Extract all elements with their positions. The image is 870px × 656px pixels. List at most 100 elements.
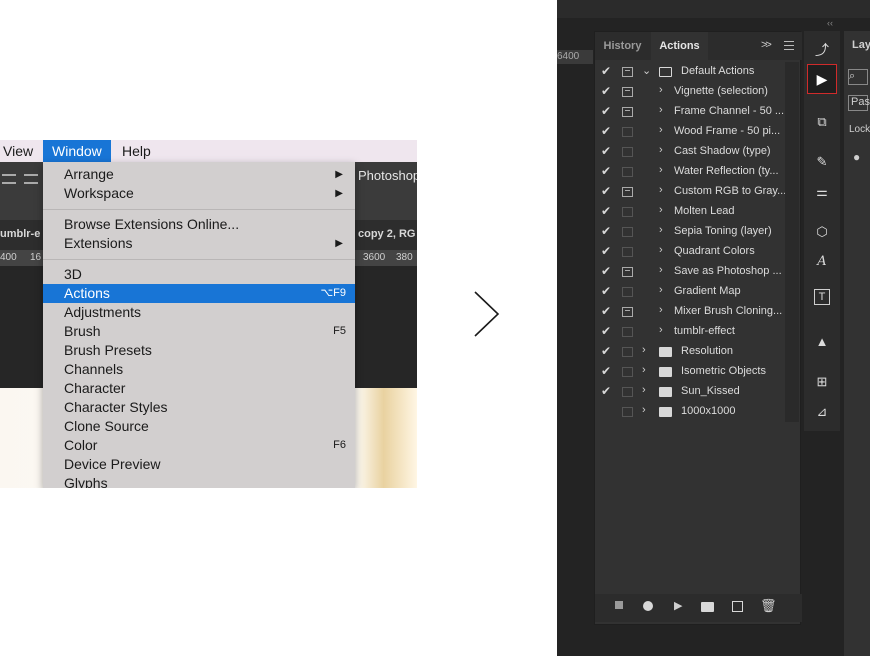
3d-cube-icon[interactable]: ⬡ bbox=[811, 221, 833, 243]
visibility-eye-icon[interactable]: ● bbox=[853, 150, 860, 164]
checkmark-icon[interactable]: ✔ bbox=[601, 184, 611, 198]
chevron-right-icon[interactable]: › bbox=[659, 144, 663, 156]
checkmark-icon[interactable]: ✔ bbox=[601, 64, 611, 78]
layers-tab[interactable]: Lay bbox=[852, 39, 870, 51]
image-icon[interactable]: ▲ bbox=[811, 331, 833, 353]
action-set-row[interactable]: ✔ › Sun_Kissed bbox=[595, 382, 802, 402]
action-set-row[interactable]: ✔ › Isometric Objects bbox=[595, 362, 802, 382]
chevron-right-icon[interactable]: › bbox=[659, 104, 663, 116]
menu-help[interactable]: Help bbox=[113, 140, 160, 162]
paths-icon[interactable]: ⧉ bbox=[811, 111, 833, 133]
scrollbar[interactable] bbox=[785, 62, 799, 422]
chevron-right-icon[interactable]: › bbox=[659, 204, 663, 216]
chevron-right-icon[interactable]: › bbox=[659, 284, 663, 296]
menu-item-actions[interactable]: Actions ⌥F9 bbox=[43, 284, 355, 303]
adjust-icon[interactable]: ⚌ bbox=[811, 181, 833, 203]
chevron-right-icon[interactable]: › bbox=[642, 344, 646, 356]
folder-icon[interactable] bbox=[701, 602, 714, 612]
action-row[interactable]: ✔ › Water Reflection (ty... bbox=[595, 162, 802, 182]
dialog-toggle-icon[interactable] bbox=[622, 347, 633, 357]
chevron-right-icon[interactable]: › bbox=[659, 164, 663, 176]
dialog-toggle-icon[interactable] bbox=[622, 387, 633, 397]
dialog-toggle-icon[interactable] bbox=[622, 87, 633, 97]
checkmark-icon[interactable]: ✔ bbox=[601, 344, 611, 358]
history-icon[interactable]: ⤴ bbox=[811, 39, 833, 61]
play-icon[interactable]: ▶ bbox=[674, 599, 682, 612]
chevron-right-icon[interactable]: › bbox=[659, 124, 663, 136]
checkmark-icon[interactable]: ✔ bbox=[601, 304, 611, 318]
menu-item-channels[interactable]: Channels bbox=[43, 360, 355, 379]
checkmark-icon[interactable]: ✔ bbox=[601, 164, 611, 178]
menu-item-character-styles[interactable]: Character Styles bbox=[43, 398, 355, 417]
dialog-toggle-icon[interactable] bbox=[622, 187, 633, 197]
chevron-right-icon[interactable]: › bbox=[659, 324, 663, 336]
checkmark-icon[interactable]: ✔ bbox=[601, 224, 611, 238]
action-set-row[interactable]: ✔ › Resolution bbox=[595, 342, 802, 362]
tab-history[interactable]: History bbox=[595, 32, 650, 60]
panel-menu-icon[interactable] bbox=[784, 41, 794, 50]
checkmark-icon[interactable]: ✔ bbox=[601, 324, 611, 338]
menu-item-color[interactable]: Color F6 bbox=[43, 436, 355, 455]
menu-item-adjustments[interactable]: Adjustments bbox=[43, 303, 355, 322]
action-row[interactable]: ✔ › Frame Channel - 50 ... bbox=[595, 102, 802, 122]
menu-item-browse-extensions[interactable]: Browse Extensions Online... bbox=[43, 215, 355, 234]
record-icon[interactable] bbox=[643, 601, 653, 611]
dialog-toggle-icon[interactable] bbox=[622, 267, 633, 277]
artboard-icon[interactable]: ⊞ bbox=[811, 371, 833, 393]
blend-mode-select[interactable]: Pas bbox=[848, 95, 870, 111]
menu-item-extensions[interactable]: Extensions ▶ bbox=[43, 234, 355, 253]
chevron-right-icon[interactable]: › bbox=[642, 384, 646, 396]
dialog-toggle-icon[interactable] bbox=[622, 407, 633, 417]
action-row[interactable]: ✔ › Sepia Toning (layer) bbox=[595, 222, 802, 242]
menu-item-device-preview[interactable]: Device Preview bbox=[43, 455, 355, 474]
checkmark-icon[interactable]: ✔ bbox=[601, 364, 611, 378]
checkmark-icon[interactable]: ✔ bbox=[601, 384, 611, 398]
checkmark-icon[interactable]: ✔ bbox=[601, 264, 611, 278]
stop-icon[interactable] bbox=[615, 601, 623, 609]
menu-item-arrange[interactable]: Arrange ▶ bbox=[43, 165, 355, 184]
expand-panel-icon[interactable]: >> bbox=[761, 39, 772, 51]
character-icon[interactable]: A bbox=[811, 251, 833, 273]
chevron-right-icon[interactable]: › bbox=[659, 184, 663, 196]
chevron-right-icon[interactable]: › bbox=[659, 224, 663, 236]
dialog-toggle-icon[interactable] bbox=[622, 67, 633, 77]
dialog-toggle-icon[interactable] bbox=[622, 247, 633, 257]
align-icon[interactable] bbox=[2, 174, 16, 184]
chevron-right-icon[interactable]: › bbox=[642, 364, 646, 376]
menu-window[interactable]: Window bbox=[43, 140, 111, 162]
action-row[interactable]: ✔ › Custom RGB to Gray... bbox=[595, 182, 802, 202]
action-row[interactable]: ✔ › Mixer Brush Cloning... bbox=[595, 302, 802, 322]
dialog-toggle-icon[interactable] bbox=[622, 147, 633, 157]
transform-icon[interactable]: ⊿ bbox=[811, 401, 833, 423]
chevron-right-icon[interactable]: › bbox=[642, 404, 646, 416]
dialog-toggle-icon[interactable] bbox=[622, 127, 633, 137]
chevron-right-icon[interactable]: › bbox=[659, 264, 663, 276]
checkmark-icon[interactable]: ✔ bbox=[601, 284, 611, 298]
menu-item-character[interactable]: Character bbox=[43, 379, 355, 398]
menu-item-brush[interactable]: Brush F5 bbox=[43, 322, 355, 341]
new-action-icon[interactable] bbox=[732, 601, 743, 612]
action-set-row[interactable]: › 1000x1000 bbox=[595, 402, 802, 422]
action-row[interactable]: ✔ › Gradient Map bbox=[595, 282, 802, 302]
doc-tab-left[interactable]: umblr-e bbox=[0, 228, 40, 240]
menu-view[interactable]: View bbox=[0, 140, 42, 162]
collapse-panels-icon[interactable]: ‹‹ bbox=[827, 18, 833, 28]
dialog-toggle-icon[interactable] bbox=[622, 107, 633, 117]
menu-item-brush-presets[interactable]: Brush Presets bbox=[43, 341, 355, 360]
actions-play-icon[interactable]: ▶ bbox=[807, 64, 837, 94]
action-row[interactable]: ✔ › Save as Photoshop ... bbox=[595, 262, 802, 282]
checkmark-icon[interactable]: ✔ bbox=[601, 144, 611, 158]
action-row[interactable]: ✔ › Cast Shadow (type) bbox=[595, 142, 802, 162]
dialog-toggle-icon[interactable] bbox=[622, 227, 633, 237]
action-row[interactable]: ✔ › Vignette (selection) bbox=[595, 82, 802, 102]
trash-icon[interactable]: 🗑 bbox=[760, 598, 777, 614]
action-row[interactable]: ✔ › tumblr-effect bbox=[595, 322, 802, 342]
paragraph-icon[interactable]: T bbox=[814, 289, 830, 305]
dialog-toggle-icon[interactable] bbox=[622, 367, 633, 377]
dialog-toggle-icon[interactable] bbox=[622, 327, 633, 337]
menu-item-glyphs[interactable]: Glyphs bbox=[43, 474, 355, 488]
dialog-toggle-icon[interactable] bbox=[622, 287, 633, 297]
action-row[interactable]: ✔ › Molten Lead bbox=[595, 202, 802, 222]
dialog-toggle-icon[interactable] bbox=[622, 167, 633, 177]
chevron-right-icon[interactable]: › bbox=[659, 244, 663, 256]
